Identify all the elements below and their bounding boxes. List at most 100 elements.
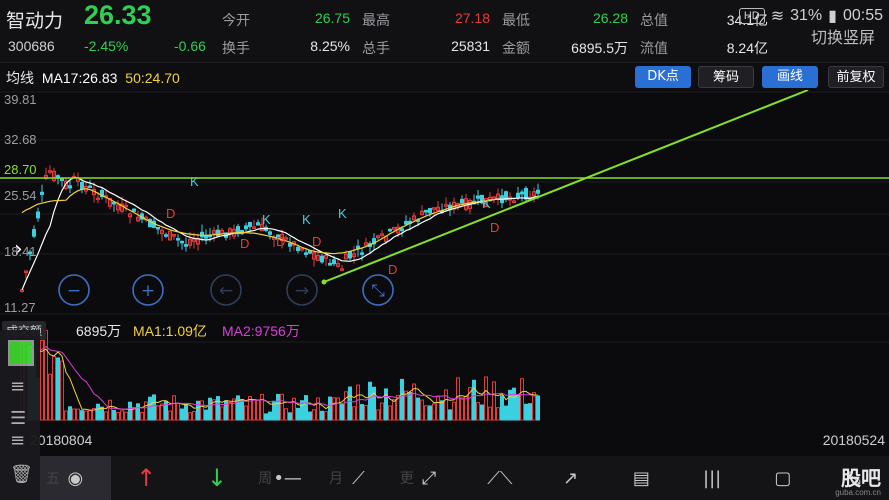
polyline-tool[interactable]: ⟋⟍ xyxy=(465,456,536,500)
forward-adjust-button[interactable]: 前复权 xyxy=(828,66,884,88)
float-value: 8.24亿 xyxy=(726,40,768,56)
candle-body xyxy=(244,225,248,230)
horizontal-line-tool[interactable]: 周 •— xyxy=(252,456,323,500)
volume-header: 成交额 6895万 MA1:1.09亿 MA2:9756万 xyxy=(0,318,889,340)
volume-bar xyxy=(40,340,44,421)
candle-body xyxy=(256,222,260,226)
battery-icon: ▮ xyxy=(828,8,837,25)
segment-tool[interactable]: 月 ⟋ xyxy=(323,456,394,500)
volume-bar xyxy=(140,411,144,421)
guba-url: guba.com.cn xyxy=(835,488,881,497)
bottom-toolbar: 五 ◉ ↑ ↓ 周 •— 月 ⟋ 更 ⤢ ⟋⟍ ↗ ▤ ||| ▢ ⤡ xyxy=(40,456,889,500)
zoom-in-icon: + xyxy=(141,281,155,301)
volume-bar xyxy=(368,381,372,421)
volume-bar xyxy=(440,400,444,421)
volume-bar xyxy=(84,410,88,421)
volume-bar xyxy=(360,404,364,421)
kline-chart[interactable]: KK K KKDD D DDD› 39.8132.6828.7025.5418.4111… xyxy=(0,90,889,456)
color-swatch[interactable] xyxy=(8,340,34,366)
candle-body xyxy=(404,220,408,225)
eye-tool[interactable]: 五 ◉ xyxy=(40,456,111,500)
d-marker: D xyxy=(166,206,175,221)
volume-bar xyxy=(536,395,540,421)
zoom-out-icon: − xyxy=(67,281,81,301)
volume-bar xyxy=(460,397,464,421)
candle-body xyxy=(348,251,352,259)
volume-bar xyxy=(392,398,396,421)
volume-bar xyxy=(68,406,72,421)
candle-body xyxy=(184,244,188,247)
up-arrow-tool[interactable]: ↑ xyxy=(111,456,182,500)
candle-body xyxy=(164,234,168,237)
diagonal-arrow-tool[interactable]: ↗ xyxy=(535,456,606,500)
rectangle-tool[interactable]: ▢ xyxy=(748,456,819,500)
volume-bar xyxy=(400,378,404,421)
candle-body xyxy=(268,231,272,235)
volume-bar xyxy=(316,397,320,421)
volume-bar xyxy=(200,400,204,421)
candle-body xyxy=(132,208,136,212)
draw-line-button[interactable]: 画线 xyxy=(762,66,818,88)
line-width-icon[interactable]: ≡ xyxy=(10,376,25,397)
candle-body xyxy=(32,229,36,237)
volume-bar xyxy=(304,395,308,421)
k-marker: K xyxy=(302,212,311,227)
y-axis-label: 11.27 xyxy=(4,300,36,315)
volume-bar xyxy=(228,401,232,421)
volume-bar xyxy=(112,409,116,421)
candle-body xyxy=(400,228,404,232)
volume-bar xyxy=(308,411,312,421)
hands-value: 25831 xyxy=(451,38,490,54)
stock-name: 智动力 xyxy=(6,10,64,32)
candle-body xyxy=(424,209,428,213)
polyline-icon: ⟋⟍ xyxy=(487,467,513,489)
bars-tool[interactable]: ||| xyxy=(677,456,748,500)
menu-icon[interactable]: ≡ xyxy=(10,430,25,451)
volume-bar xyxy=(252,398,256,421)
clock: 00:55 xyxy=(842,7,883,24)
turnover-value: 8.25% xyxy=(310,38,350,54)
diagonal-arrow-icon: ↗ xyxy=(563,467,579,489)
down-arrow-tool[interactable]: ↓ xyxy=(182,456,253,500)
candle-body xyxy=(68,185,72,189)
trash-icon[interactable]: 🗑 xyxy=(10,464,33,485)
volume-bar xyxy=(464,395,468,421)
chips-button[interactable]: 筹码 xyxy=(698,66,754,88)
candle-body xyxy=(88,185,92,189)
volume-bar xyxy=(168,410,172,421)
volume-bar xyxy=(496,407,500,421)
volume-bar xyxy=(188,412,192,421)
volume-bar xyxy=(144,401,148,421)
volume-bar xyxy=(364,404,368,421)
ray-tool[interactable]: 更 ⤢ xyxy=(394,456,465,500)
volume-bar xyxy=(500,395,504,421)
volume-ma2: MA2:9756万 xyxy=(222,323,300,339)
fit-icon: ⤡ xyxy=(371,281,385,301)
volume-bar xyxy=(152,394,156,421)
hd-icon: HD xyxy=(738,8,765,24)
volume-bar xyxy=(444,389,448,421)
candle-body xyxy=(156,226,160,230)
candle-body xyxy=(320,255,324,263)
d-marker: D xyxy=(490,220,499,235)
volume-bar xyxy=(48,373,52,421)
volume-bar xyxy=(72,408,76,421)
line-style-icon[interactable]: ☰ xyxy=(10,408,26,429)
ray-icon: ⤢ xyxy=(421,467,437,489)
candle-body xyxy=(460,198,464,204)
candle-body xyxy=(296,246,300,252)
volume-bar xyxy=(244,405,248,421)
volume-bar xyxy=(208,397,212,421)
y-axis-label: 39.81 xyxy=(4,92,37,107)
dk-point-button[interactable]: DK点 xyxy=(635,66,691,88)
arrow-down-icon: ↓ xyxy=(206,464,227,492)
amount-label: 金额 xyxy=(502,41,530,57)
stock-price: 26.33 xyxy=(84,0,152,30)
fibonacci-tool[interactable]: ▤ xyxy=(606,456,677,500)
switch-portrait-button[interactable]: 切换竖屏 xyxy=(811,24,875,48)
candle-body xyxy=(520,191,524,195)
battery-level: 31% xyxy=(790,7,823,24)
volume-bar xyxy=(476,402,480,421)
indicator-label[interactable]: 均线 xyxy=(6,70,34,86)
ma-legend: 均线 MA17:26.83 50:24.70 xyxy=(6,68,180,88)
